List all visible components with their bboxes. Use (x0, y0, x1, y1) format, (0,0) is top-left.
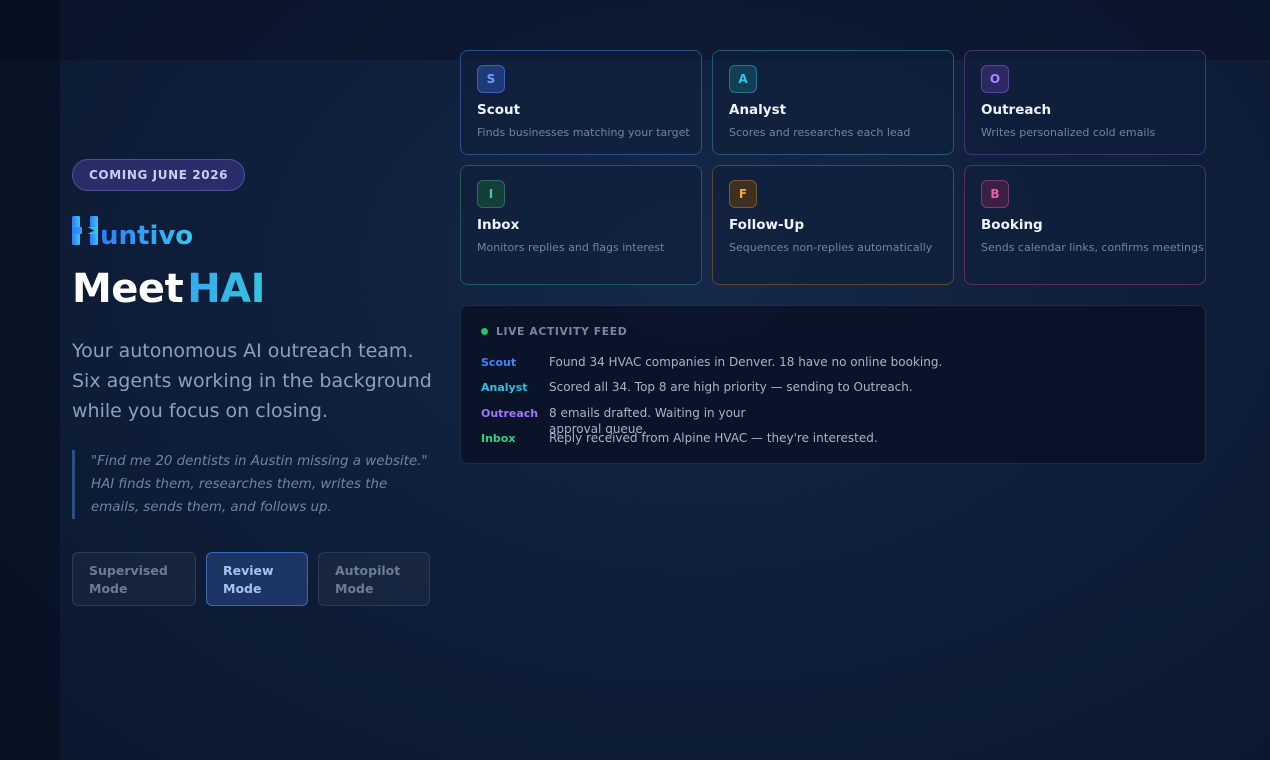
page: COMING JUNE 2026 untivo Meet HAI Your aut… (0, 0, 1270, 760)
booking-icon: B (981, 180, 1009, 208)
agent-card-scout: S Scout Finds businesses matching your t… (460, 50, 702, 155)
page-title: Meet HAI (72, 267, 434, 311)
agent-description: Scores and researches each lead (729, 126, 911, 139)
feed-row: Outreach 8 emails drafted. Waiting in yo… (481, 405, 1181, 436)
agent-card-outreach: O Outreach Writes personalized cold emai… (964, 50, 1206, 155)
feed-row: Scout Found 34 HVAC companies in Denver.… (481, 354, 1181, 374)
feed-row: Analyst Scored all 34. Top 8 are high pr… (481, 379, 1181, 399)
inbox-icon: I (477, 180, 505, 208)
feed-header: LIVE ACTIVITY FEED (481, 324, 1185, 338)
live-activity-feed: LIVE ACTIVITY FEED Scout Found 34 HVAC c… (460, 305, 1206, 464)
scout-icon: S (477, 65, 505, 93)
feed-agent: Outreach (481, 407, 539, 420)
feed-message: Reply received from Alpine HVAC — they'r… (549, 431, 878, 445)
agent-description: Writes personalized cold emails (981, 126, 1156, 139)
feed-message: Scored all 34. Top 8 are high priority —… (549, 380, 913, 394)
headline-hai: HAI (187, 266, 266, 312)
example-quote: "Find me 20 dentists in Austin missing a… (72, 450, 434, 519)
followup-icon: F (729, 180, 757, 208)
agent-description: Sequences non-replies automatically (729, 241, 933, 254)
tagline: Your autonomous AI outreach team. Six ag… (72, 340, 432, 422)
feed-agent: Inbox (481, 432, 516, 445)
feed-row: Inbox Reply received from Alpine HVAC — … (481, 430, 1181, 450)
feed-agent: Scout (481, 356, 517, 369)
agent-card-inbox: I Inbox Monitors replies and flags inter… (460, 165, 702, 285)
supervised-mode-button[interactable]: Supervised Mode (72, 552, 196, 606)
agent-description: Sends calendar links, confirms meetings (981, 241, 1204, 254)
agent-card-followup: F Follow-Up Sequences non-replies automa… (712, 165, 954, 285)
feed-title: LIVE ACTIVITY FEED (496, 324, 628, 338)
analyst-icon: A (729, 65, 757, 93)
headline-meet: Meet (72, 266, 184, 312)
left-rail (0, 0, 60, 760)
agent-description: Monitors replies and flags interest (477, 241, 665, 254)
agent-title: Follow-Up (729, 217, 805, 233)
huntivo-logo: untivo (72, 216, 193, 249)
feed-agent: Analyst (481, 381, 528, 394)
agent-description: Finds businesses matching your target (477, 126, 690, 139)
agent-title: Outreach (981, 102, 1052, 118)
launch-badge: COMING JUNE 2026 (72, 159, 246, 191)
autopilot-mode-button[interactable]: Autopilot Mode (318, 552, 430, 606)
live-status-icon (481, 327, 488, 335)
outreach-icon: O (981, 65, 1009, 93)
feed-message: Found 34 HVAC companies in Denver. 18 ha… (549, 355, 943, 369)
agent-card-booking: B Booking Sends calendar links, confirms… (964, 165, 1206, 285)
agent-title: Scout (477, 102, 521, 118)
svg-text:untivo: untivo (100, 221, 193, 249)
agent-title: Analyst (729, 102, 787, 118)
review-mode-button[interactable]: Review Mode (206, 552, 308, 606)
agent-title: Inbox (477, 217, 520, 233)
hero-section: COMING JUNE 2026 untivo Meet HAI Your aut… (72, 159, 434, 606)
mode-selector: Supervised Mode Review Mode Autopilot Mo… (72, 552, 434, 606)
agent-card-analyst: A Analyst Scores and researches each lea… (712, 50, 954, 155)
agent-title: Booking (981, 217, 1043, 233)
